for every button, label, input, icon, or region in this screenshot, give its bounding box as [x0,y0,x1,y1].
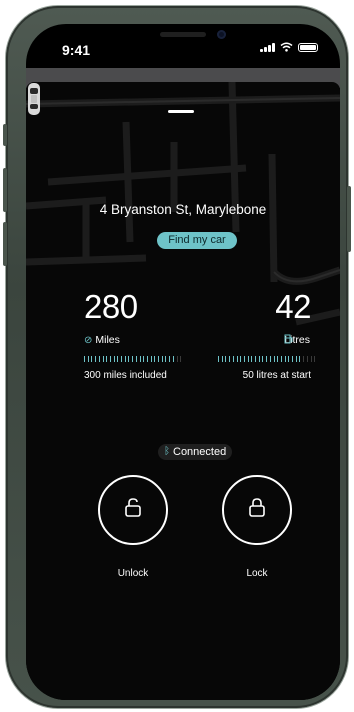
gauge-tick [243,356,245,362]
unlock-label: Unlock [117,568,149,579]
gauge-tick [158,356,159,362]
gauge-tick [255,356,256,362]
car-icon [28,83,40,115]
gauge-tick [161,356,163,362]
gauge-tick [91,356,93,362]
gauge-tick [218,356,219,362]
map-roads [26,82,340,326]
gauge-tick [262,356,264,362]
fuel-pump-icon [284,334,293,344]
phone-screen: 9:41 4 Bryanston St, Marylebone Find my … [26,24,340,700]
find-my-car-button[interactable]: Find my car [157,232,237,249]
gauge-tick [236,356,238,362]
gauge-tick [232,356,234,362]
status-bar: 9:41 [26,24,340,68]
gauge-tick [121,356,122,362]
unlock-button[interactable] [98,475,168,545]
gauge-tick [277,356,279,362]
gauge-tick [258,356,260,362]
car-address: 4 Bryanston St, Marylebone [99,202,267,217]
gauge-tick [314,356,316,362]
power-button [347,186,351,252]
gauge-tick [240,356,242,362]
gauge-tick [139,356,141,362]
lock-label: Lock [246,568,268,579]
wifi-icon [280,42,293,52]
gauge-tick [225,356,227,362]
gauge-tick [303,356,305,362]
gauge-tick [306,356,308,362]
connection-badge: ᛒ Connected [158,444,233,460]
gauge-tick [266,356,268,362]
gauge-tick [109,356,111,362]
litres-remaining-value: 42 [275,288,311,325]
gauge-tick [221,356,223,362]
gauge-tick [176,356,178,362]
gauge-tick [280,356,282,362]
gauge-tick [273,356,275,362]
battery-icon [298,43,318,52]
gauge-icon: ⊘ [84,334,93,346]
miles-gauge [84,356,184,363]
bluetooth-icon: ᛒ [164,446,170,457]
gauge-tick [95,356,97,362]
gauge-tick [247,356,249,362]
unlocked-padlock-icon [125,498,141,517]
gauge-tick [172,356,174,362]
connection-status: Connected [173,446,227,458]
volume-down-button [3,222,7,266]
miles-remaining-value: 280 [84,288,138,325]
gauge-tick [132,356,134,362]
gauge-tick [87,356,89,362]
miles-label: ⊘ Miles [84,334,120,346]
litres-gauge [218,356,318,363]
mute-switch [3,124,7,146]
locked-padlock-icon [249,498,265,517]
gauge-tick [135,356,137,362]
gauge-tick [229,356,231,362]
gauge-tick [102,356,104,362]
volume-up-button [3,168,7,212]
lock-button[interactable] [222,475,292,545]
status-icons [260,42,318,52]
gauge-tick [251,356,253,362]
gauge-tick [299,356,301,362]
gauge-tick [124,356,126,362]
gauge-tick [146,356,148,362]
sheet-handle[interactable] [168,110,194,113]
gauge-tick [98,356,100,362]
litres-label: Litres [284,334,310,346]
signal-icon [260,43,275,52]
gauge-tick [269,356,271,362]
gauge-tick [169,356,171,362]
gauge-tick [180,356,182,362]
gauge-tick [284,356,286,362]
gauge-tick [295,356,297,362]
phone-frame: 9:41 4 Bryanston St, Marylebone Find my … [3,6,351,708]
gauge-tick [165,356,167,362]
gauge-tick [128,356,130,362]
miles-included-text: 300 miles included [84,370,167,381]
miles-label-text: Miles [95,334,120,346]
gauge-tick [117,356,119,362]
gauge-tick [113,356,115,362]
gauge-tick [84,356,85,362]
status-time: 9:41 [62,42,91,58]
gauge-tick [143,356,145,362]
gauge-tick [310,356,312,362]
gauge-tick [288,356,290,362]
gauge-tick [150,356,152,362]
gauge-tick [292,356,293,362]
map-view[interactable]: 4 Bryanston St, Marylebone Find my car 2… [26,82,340,700]
litres-at-start-text: 50 litres at start [242,370,311,381]
gauge-tick [154,356,156,362]
gauge-tick [106,356,108,362]
